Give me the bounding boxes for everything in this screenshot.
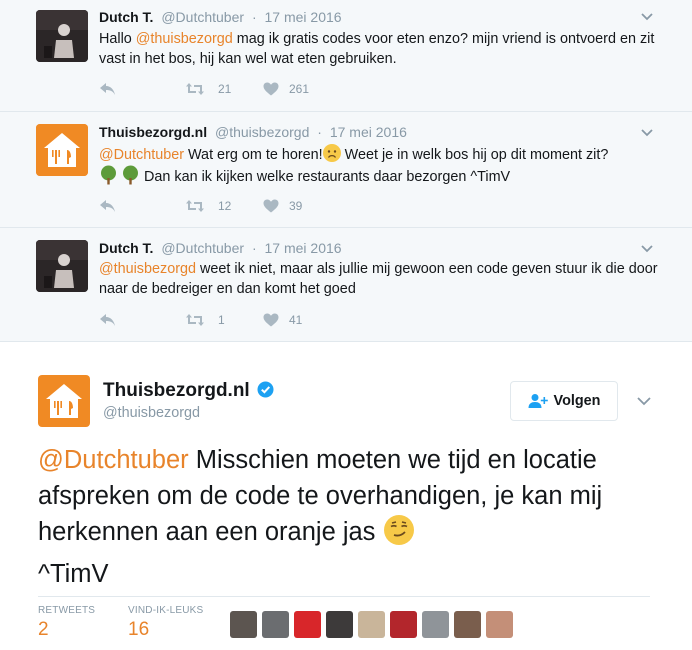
tweet-text-part: Hallo <box>99 31 136 47</box>
tweet-header: Thuisbezorgd.nl @thuisbezorgd · 17 mei 2… <box>99 124 407 140</box>
tweet-text: @Dutchtuber Wat erg om te horen! Weet je… <box>99 144 659 191</box>
user-name[interactable]: Dutch T. <box>99 9 153 25</box>
user-name[interactable]: Thuisbezorgd.nl <box>99 124 207 140</box>
tweet-actions: 21 261 <box>99 82 309 96</box>
avatar[interactable] <box>36 240 88 292</box>
chevron-down-icon[interactable] <box>640 242 654 256</box>
tweet-signature: ^TimV <box>38 560 109 588</box>
like-button[interactable]: 39 <box>263 199 302 213</box>
avatar-image <box>36 10 88 62</box>
avatar-image <box>36 240 88 292</box>
tweet-text: Hallo @thuisbezorgd mag ik gratis codes … <box>99 29 659 69</box>
smirking-face-icon <box>383 514 415 556</box>
reply-tweet-1: Dutch T. @Dutchtuber · 17 mei 2016 Hallo… <box>0 0 692 112</box>
liker-avatar[interactable] <box>454 611 481 638</box>
tweet-text-part: Weet je in welk bos hij op dit moment zi… <box>340 147 609 163</box>
tweet-text: @thuisbezorgd weet ik niet, maar als jul… <box>99 259 659 299</box>
thuisbezorgd-logo-icon <box>38 375 90 427</box>
tweet-text-part: Dan kan ik kijken welke restaurants daar… <box>140 169 511 185</box>
mention-link[interactable]: @Dutchtuber <box>38 446 189 474</box>
tweet-date[interactable]: 17 mei 2016 <box>265 9 342 25</box>
liker-avatar[interactable] <box>486 611 513 638</box>
user-name-text: Thuisbezorgd.nl <box>103 380 250 401</box>
reply-tweet-3: Dutch T. @Dutchtuber · 17 mei 2016 @thui… <box>0 228 692 342</box>
liker-avatar[interactable] <box>326 611 353 638</box>
chevron-down-icon[interactable] <box>640 126 654 140</box>
liker-avatars <box>230 611 513 638</box>
separator-dot: · <box>251 240 257 256</box>
mention-link[interactable]: @thuisbezorgd <box>99 261 196 277</box>
retweets-label: RETWEETS <box>38 605 96 616</box>
tweet-actions: 1 41 <box>99 313 302 327</box>
avatar[interactable] <box>36 10 88 62</box>
retweet-button[interactable]: 12 <box>185 199 263 213</box>
tweet-header: Dutch T. @Dutchtuber · 17 mei 2016 <box>99 9 342 25</box>
follow-button[interactable]: Volgen <box>510 381 618 421</box>
retweet-icon <box>186 83 204 95</box>
separator-dot: · <box>251 9 257 25</box>
retweet-icon <box>186 314 204 326</box>
retweet-count: 12 <box>218 199 232 213</box>
heart-icon <box>263 82 279 96</box>
avatar[interactable] <box>38 375 90 427</box>
liker-avatar[interactable] <box>262 611 289 638</box>
reply-tweet-2: Thuisbezorgd.nl @thuisbezorgd · 17 mei 2… <box>0 112 692 228</box>
like-button[interactable]: 261 <box>263 82 309 96</box>
liker-avatar[interactable] <box>294 611 321 638</box>
retweet-button[interactable]: 1 <box>185 313 263 327</box>
main-tweet: Thuisbezorgd.nl @thuisbezorgd Volgen @Du… <box>0 342 692 650</box>
tweet-stats: RETWEETS 2 VIND-IK-LEUKS 16 <box>38 596 650 650</box>
verified-icon <box>257 381 274 404</box>
retweets-count: 2 <box>38 619 49 640</box>
chevron-down-icon[interactable] <box>640 10 654 24</box>
user-name[interactable]: Dutch T. <box>99 240 153 256</box>
heart-icon <box>263 199 279 213</box>
like-count: 41 <box>289 313 303 327</box>
like-count: 261 <box>289 82 310 96</box>
reply-button[interactable] <box>99 199 185 213</box>
worried-face-icon <box>322 144 341 162</box>
mention-link[interactable]: @thuisbezorgd <box>136 31 233 47</box>
user-name[interactable]: Thuisbezorgd.nl <box>103 380 274 404</box>
liker-avatar[interactable] <box>390 611 417 638</box>
retweet-button[interactable]: 21 <box>185 82 263 96</box>
user-handle[interactable]: @thuisbezorgd <box>103 405 200 421</box>
tree-icon <box>99 165 118 191</box>
liker-avatar[interactable] <box>422 611 449 638</box>
heart-icon <box>263 313 279 327</box>
likes-stat[interactable]: VIND-IK-LEUKS 16 <box>128 605 203 641</box>
like-button[interactable]: 41 <box>263 313 302 327</box>
tweet-actions: 12 39 <box>99 199 302 213</box>
user-handle[interactable]: @Dutchtuber <box>161 9 244 25</box>
chevron-down-icon[interactable] <box>636 393 652 409</box>
like-count: 39 <box>289 199 303 213</box>
tweet-date[interactable]: 17 mei 2016 <box>330 124 407 140</box>
user-handle[interactable]: @Dutchtuber <box>161 240 244 256</box>
reply-icon <box>100 200 115 212</box>
follow-button-label: Volgen <box>553 393 601 409</box>
separator-dot: · <box>317 124 322 140</box>
liker-avatar[interactable] <box>230 611 257 638</box>
likes-count: 16 <box>128 619 150 640</box>
liker-avatar[interactable] <box>358 611 385 638</box>
follow-person-icon <box>528 394 548 408</box>
tweet-header: Dutch T. @Dutchtuber · 17 mei 2016 <box>99 240 342 256</box>
reply-button[interactable] <box>99 313 185 327</box>
user-handle[interactable]: @thuisbezorgd <box>215 124 309 140</box>
reply-icon <box>100 314 115 326</box>
tree-icon <box>121 165 140 191</box>
reply-icon <box>100 83 115 95</box>
avatar[interactable] <box>36 124 88 176</box>
retweet-count: 1 <box>218 313 225 327</box>
tweet-text-part: Wat erg om te horen! <box>184 147 323 163</box>
tweet-date[interactable]: 17 mei 2016 <box>265 240 342 256</box>
mention-link[interactable]: @Dutchtuber <box>99 147 184 163</box>
reply-button[interactable] <box>99 82 185 96</box>
retweet-count: 21 <box>218 82 232 96</box>
retweets-stat[interactable]: RETWEETS 2 <box>38 605 95 641</box>
thuisbezorgd-logo-icon <box>36 124 88 176</box>
tweet-text: @Dutchtuber Misschien moeten we tijd en … <box>38 442 638 592</box>
retweet-icon <box>186 200 204 212</box>
likes-label: VIND-IK-LEUKS <box>128 605 204 616</box>
